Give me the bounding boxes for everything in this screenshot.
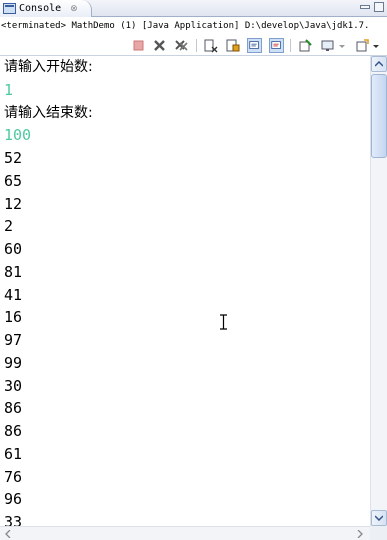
clear-console-icon[interactable]	[203, 38, 218, 53]
console-tab[interactable]: Console ⊗	[0, 0, 92, 17]
show-on-stderr-icon[interactable]	[269, 38, 284, 53]
console-output-line: 16	[4, 308, 23, 327]
view-tab-bar: Console ⊗	[0, 0, 387, 17]
console-output[interactable]: 请输入开始数: 1 请输入结束数: 100 52 65 12 2 60 81 41 16 97 99 30 8…	[0, 56, 370, 526]
minimize-button[interactable]	[360, 5, 370, 9]
horizontal-scrollbar[interactable]	[0, 526, 370, 540]
console-tab-label: Console	[19, 3, 62, 14]
scroll-lock-icon[interactable]	[225, 38, 240, 53]
terminate-icon[interactable]	[131, 38, 146, 53]
console-input-line: 1	[4, 80, 14, 99]
console-output-line: 33	[4, 513, 23, 526]
vertical-scrollbar[interactable]	[370, 56, 387, 526]
show-on-stdout-icon[interactable]	[247, 38, 262, 53]
display-selected-console-icon[interactable]	[320, 38, 335, 53]
console-input-line: 100	[4, 126, 32, 145]
scrollbar-corner	[370, 526, 387, 540]
console-prompt-line: 请输入结束数:	[4, 104, 93, 121]
console-output-line: 86	[4, 399, 23, 418]
console-output-line: 86	[4, 422, 23, 440]
open-console-icon[interactable]	[355, 38, 370, 53]
console-output-line: 76	[4, 467, 23, 486]
console-output-line: 65	[4, 171, 23, 190]
console-output-line: 97	[4, 331, 23, 349]
scroll-right-button[interactable]	[352, 527, 368, 540]
console-icon	[3, 3, 16, 14]
console-output-line: 81	[4, 262, 23, 281]
chevron-down-icon[interactable]	[338, 38, 346, 53]
console-output-line: 99	[4, 353, 23, 372]
console-prompt-line: 请输入开始数:	[4, 59, 93, 75]
console-output-line: 61	[4, 444, 23, 463]
scroll-thumb[interactable]	[371, 74, 387, 158]
chevron-down-icon[interactable]	[372, 38, 380, 53]
console-output-line: 96	[4, 490, 23, 509]
text-cursor-icon	[220, 314, 227, 330]
pin-console-icon[interactable]	[298, 38, 313, 53]
close-icon[interactable]: ⊗	[70, 4, 78, 14]
console-output-line: 52	[4, 149, 23, 167]
console-output-line: 30	[4, 376, 23, 395]
console-output-line: 12	[4, 194, 23, 213]
console-output-line: 60	[4, 240, 23, 258]
console-toolbar	[0, 35, 387, 56]
console-output-line: 2	[4, 217, 14, 236]
scroll-up-button[interactable]	[371, 56, 387, 72]
remove-launch-icon[interactable]	[152, 38, 167, 53]
scroll-down-button[interactable]	[371, 510, 387, 526]
remove-all-terminated-icon[interactable]	[174, 38, 189, 53]
scroll-left-button[interactable]	[0, 527, 16, 540]
console-output-line: 41	[4, 285, 23, 304]
process-status: <terminated> MathDemo (1) [Java Applicat…	[0, 17, 387, 35]
maximize-button[interactable]	[374, 2, 384, 12]
